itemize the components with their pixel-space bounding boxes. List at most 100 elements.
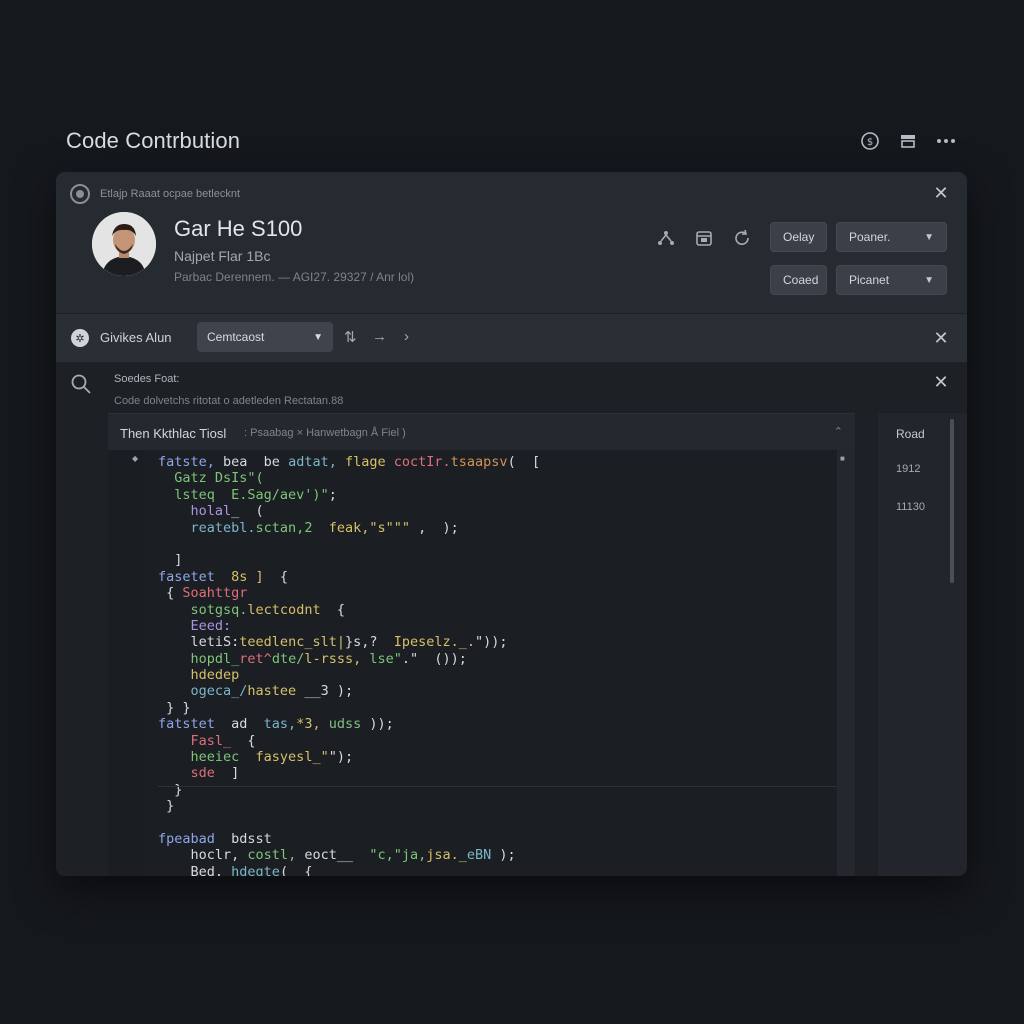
code-token: Soahttgr	[182, 585, 248, 602]
dollar-circle-icon[interactable]: $	[860, 131, 880, 151]
toolbar: ✲ Givikes Alun Cemtcaost ▼ ⇅ → › ✕	[56, 313, 967, 363]
toolbar-select[interactable]: Cemtcaost ▼	[197, 322, 333, 352]
code-line: { Soahttgr	[158, 585, 838, 601]
code-line: holal_ (	[158, 503, 838, 519]
code-token: {	[263, 568, 289, 585]
dropdown-one[interactable]: Poaner. ▼	[836, 222, 947, 252]
editor-tab-path: : Psaabag × Hanwetbagn Å Fiel )	[244, 427, 406, 439]
editor-gutter: ◆	[108, 450, 144, 876]
side-panel: Road 1912 11130	[878, 413, 967, 876]
sync-icon[interactable]: ⇅	[344, 328, 357, 346]
inbox-icon[interactable]	[898, 131, 918, 151]
code-line: ]	[158, 552, 838, 568]
settings-icon[interactable]: ✲	[71, 329, 89, 347]
page-title: Code Contrbution	[66, 128, 241, 153]
gutter-marker-icon: ◆	[132, 454, 139, 463]
code-token: lsteq E.Sag/aev')"	[174, 486, 329, 503]
code-token: udss	[328, 716, 362, 733]
code-line: lsteq E.Sag/aev')";	[158, 487, 838, 503]
code-token: tas,	[263, 716, 297, 733]
search-icon[interactable]	[70, 373, 92, 395]
code-token: coctIr.	[393, 454, 451, 470]
code-token: bdsst	[231, 830, 272, 847]
dropdown-two-label: Picanet	[849, 273, 890, 287]
code-line: sde ]	[158, 765, 838, 781]
code-token: sde	[190, 765, 215, 782]
code-token: }	[158, 798, 175, 815]
code-token: holal	[190, 503, 232, 520]
code-token: hoclr,	[190, 847, 240, 864]
code-token: dte/	[271, 650, 305, 667]
code-token: Eeed:	[190, 617, 232, 634]
calendar-icon[interactable]	[694, 228, 714, 248]
code-token: {	[320, 601, 345, 618]
refresh-icon[interactable]	[732, 228, 752, 248]
code-token: hastee	[247, 683, 297, 700]
code-token: hopdl_	[190, 650, 240, 667]
code-line: heeiec fasyesl_"");	[158, 749, 838, 765]
code-line: }	[158, 798, 838, 814]
code-line: sotgsq.lectcodnt {	[158, 602, 838, 618]
code-token: feak,"s"""	[328, 519, 419, 536]
close-icon[interactable]: ✕	[932, 184, 950, 202]
collapse-icon[interactable]: ⌃	[834, 425, 843, 438]
arrow-right-icon[interactable]: →	[372, 328, 387, 345]
code-token: fatste,	[158, 454, 224, 470]
dropdown-two[interactable]: Picanet ▼	[836, 265, 947, 295]
profile-panel-header-text: Etlajp Raaat ocpae betlecknt	[100, 188, 241, 200]
code-token: ret^	[239, 650, 272, 667]
code-token: heeiec	[190, 749, 256, 766]
editor-scroll-strip[interactable]: ■	[837, 450, 855, 876]
code-token: {	[158, 585, 183, 602]
toolbar-select-value: Cemtcaost	[207, 330, 265, 344]
code-token: eBN	[466, 847, 492, 864]
code-token: l-rsss,	[304, 650, 362, 667]
profile-panel: Etlajp Raaat ocpae betlecknt ✕ Gar He S1…	[56, 172, 967, 313]
side-panel-label: Road	[896, 427, 925, 441]
code-token: ( [	[507, 454, 541, 470]
close-icon[interactable]: ✕	[932, 329, 950, 347]
svg-text:$: $	[867, 137, 873, 148]
closed-button[interactable]: Coaed	[770, 265, 827, 295]
branch-icon[interactable]	[656, 228, 676, 248]
code-token: costl,	[239, 847, 305, 864]
avatar	[92, 212, 156, 276]
code-line: fatste, bea be adtat, flage coctIr.tsaap…	[158, 454, 838, 470]
code-token: tsaapsv	[450, 454, 508, 470]
code-token: bea be	[223, 454, 289, 470]
code-token: _ (	[231, 503, 264, 520]
editor-tab[interactable]: Then Kkthlac Tiosl : Psaabag × Hanwetbag…	[108, 414, 855, 450]
scrollbar[interactable]	[950, 419, 954, 583]
chevron-down-icon: ▼	[924, 274, 934, 286]
code-line: Bed. hdegte( {	[158, 864, 838, 876]
code-token: ;	[328, 486, 337, 503]
code-line: hdedep	[158, 667, 838, 683]
code-token: __3 );	[296, 683, 354, 700]
radio-icon[interactable]	[70, 184, 90, 204]
code-token: *3,	[296, 716, 329, 733]
code-token: Fasl_	[190, 732, 232, 749]
code-token: sctan,2	[255, 519, 329, 536]
delay-button[interactable]: Oelay	[770, 222, 827, 252]
code-line: hoclr, costl, eoct__ "c,"ja,jsa._eBN );	[158, 847, 838, 863]
editor-tab-title: Then Kkthlac Tiosl	[120, 426, 227, 441]
profile-meta: Parbac Derennem. — AGI27. 29327 / Anr lo…	[174, 270, 415, 284]
code-token: ));	[361, 716, 394, 733]
close-icon[interactable]: ✕	[932, 373, 950, 391]
top-actions: $	[860, 131, 956, 151]
code-token: sotgsq.	[190, 601, 248, 618]
code-content[interactable]: fatste, bea be adtat, flage coctIr.tsaap…	[158, 454, 838, 876]
code-line: } }	[158, 700, 838, 716]
code-line: Fasl_ {	[158, 733, 838, 749]
code-line: hopdl_ret^dte/l-rsss, lse"." ());	[158, 651, 838, 667]
more-icon[interactable]	[936, 131, 956, 151]
chevron-right-icon[interactable]: ›	[404, 328, 409, 345]
